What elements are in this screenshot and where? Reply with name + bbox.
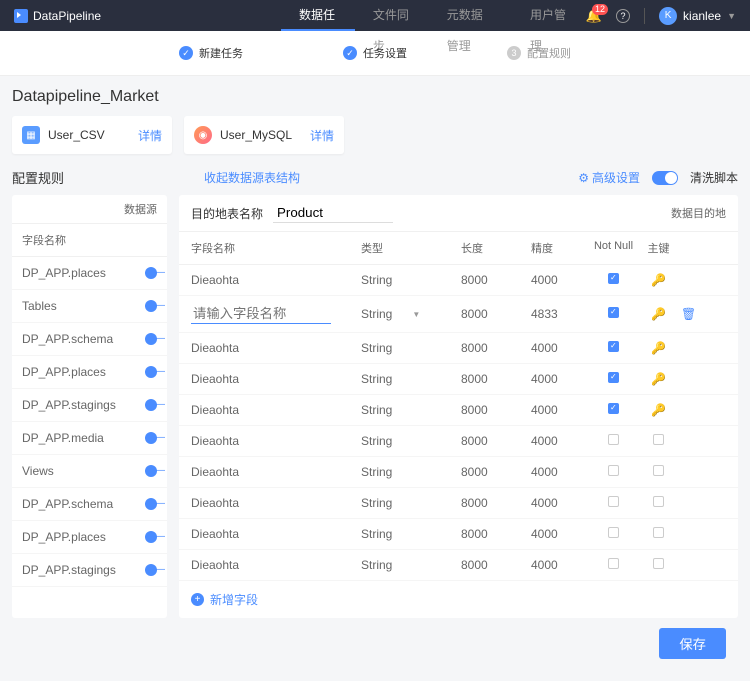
- field-row: DieaohtaString80004000🔑: [179, 395, 738, 426]
- field-row: DieaohtaString80004000🔑: [179, 364, 738, 395]
- link-icon[interactable]: [145, 465, 157, 477]
- link-icon[interactable]: [145, 531, 157, 543]
- table-header: 字段名称类型长度精度Not Null主键: [179, 232, 738, 265]
- page-title: Datapipeline_Market: [12, 88, 738, 106]
- check-icon: ✓: [179, 46, 193, 60]
- source-row[interactable]: DP_APP.schema: [12, 323, 167, 356]
- key-icon[interactable]: 🔑: [651, 307, 666, 321]
- divider: [644, 8, 645, 24]
- notnull-checkbox[interactable]: [608, 341, 619, 352]
- dest-table-input[interactable]: [273, 203, 393, 223]
- mysql-icon: ◉: [194, 126, 212, 144]
- dest-head-right: 数据目的地: [671, 205, 726, 221]
- source-th: 字段名称: [12, 224, 167, 257]
- delete-icon[interactable]: 🗑: [681, 307, 696, 321]
- gear-icon: ⚙: [578, 171, 589, 185]
- source-row[interactable]: DP_APP.stagings: [12, 554, 167, 587]
- source-card-csv[interactable]: ▦User_CSV详情: [12, 116, 172, 154]
- link-icon[interactable]: [145, 333, 157, 345]
- add-field-button[interactable]: +新增字段: [179, 581, 738, 618]
- section-title: 配置规则: [12, 168, 64, 187]
- pk-checkbox[interactable]: [653, 465, 664, 476]
- nav-user-mgmt[interactable]: 用户管理: [512, 0, 586, 31]
- source-row[interactable]: DP_APP.places: [12, 257, 167, 290]
- field-name-input[interactable]: [191, 304, 331, 324]
- user-menu[interactable]: Kkianlee▼: [659, 7, 736, 25]
- field-row: String ▼80004833🔑🗑: [179, 296, 738, 333]
- step-num: 3: [507, 46, 521, 60]
- source-row[interactable]: DP_APP.schema: [12, 488, 167, 521]
- nav-metadata[interactable]: 元数据管理: [429, 0, 512, 31]
- save-button[interactable]: 保存: [659, 628, 726, 659]
- field-row: DieaohtaString80004000: [179, 550, 738, 581]
- app-header: DataPipeline 数据任务 文件同步 元数据管理 用户管理 🔔12 ? …: [0, 0, 750, 31]
- key-icon[interactable]: 🔑: [651, 341, 666, 355]
- dest-panel: 目的地表名称 数据目的地 字段名称类型长度精度Not Null主键 Dieaoh…: [179, 195, 738, 618]
- link-icon[interactable]: [145, 432, 157, 444]
- step-2[interactable]: ✓任务设置: [343, 45, 407, 61]
- detail-link[interactable]: 详情: [310, 127, 334, 144]
- source-row[interactable]: Views: [12, 455, 167, 488]
- field-row: DieaohtaString80004000🔑: [179, 333, 738, 364]
- advanced-settings[interactable]: ⚙高级设置: [578, 169, 640, 186]
- notnull-checkbox[interactable]: [608, 372, 619, 383]
- detail-link[interactable]: 详情: [138, 127, 162, 144]
- bell-icon[interactable]: 🔔12: [586, 8, 602, 24]
- pk-checkbox[interactable]: [653, 434, 664, 445]
- key-icon[interactable]: 🔑: [651, 273, 666, 287]
- notnull-checkbox[interactable]: [608, 527, 619, 538]
- clean-label: 清洗脚本: [690, 169, 738, 186]
- pk-checkbox[interactable]: [653, 496, 664, 507]
- type-select[interactable]: String ▼: [361, 307, 420, 321]
- source-row[interactable]: DP_APP.stagings: [12, 389, 167, 422]
- source-row[interactable]: Tables: [12, 290, 167, 323]
- source-panel: 数据源 字段名称 DP_APP.placesTablesDP_APP.schem…: [12, 195, 167, 618]
- chevron-down-icon: ▼: [727, 11, 736, 21]
- link-icon[interactable]: [145, 300, 157, 312]
- key-icon[interactable]: 🔑: [651, 403, 666, 417]
- source-row[interactable]: DP_APP.places: [12, 356, 167, 389]
- step-1[interactable]: ✓新建任务: [179, 45, 243, 61]
- field-row: DieaohtaString80004000: [179, 519, 738, 550]
- plus-icon: +: [191, 593, 204, 606]
- field-row: DieaohtaString80004000: [179, 488, 738, 519]
- avatar: K: [659, 7, 677, 25]
- collapse-link[interactable]: 收起数据源表结构: [204, 169, 300, 186]
- chevron-down-icon: ▼: [412, 310, 420, 319]
- source-row[interactable]: DP_APP.media: [12, 422, 167, 455]
- field-row: DieaohtaString80004000: [179, 457, 738, 488]
- link-icon[interactable]: [145, 399, 157, 411]
- help-icon[interactable]: ?: [616, 9, 630, 23]
- notnull-checkbox[interactable]: [608, 465, 619, 476]
- link-icon[interactable]: [145, 267, 157, 279]
- logo[interactable]: DataPipeline: [14, 9, 101, 23]
- key-icon[interactable]: 🔑: [651, 372, 666, 386]
- nav-file-sync[interactable]: 文件同步: [355, 0, 429, 31]
- notnull-checkbox[interactable]: [608, 273, 619, 284]
- field-row: DieaohtaString80004000🔑: [179, 265, 738, 296]
- pk-checkbox[interactable]: [653, 527, 664, 538]
- clean-toggle[interactable]: [652, 171, 678, 185]
- notnull-checkbox[interactable]: [608, 558, 619, 569]
- notnull-checkbox[interactable]: [608, 403, 619, 414]
- link-icon[interactable]: [145, 366, 157, 378]
- nav-data-task[interactable]: 数据任务: [281, 0, 355, 31]
- logo-icon: [14, 9, 28, 23]
- source-row[interactable]: DP_APP.places: [12, 521, 167, 554]
- link-icon[interactable]: [145, 564, 157, 576]
- pk-checkbox[interactable]: [653, 558, 664, 569]
- notnull-checkbox[interactable]: [608, 434, 619, 445]
- field-row: DieaohtaString80004000: [179, 426, 738, 457]
- notnull-checkbox[interactable]: [608, 307, 619, 318]
- notnull-checkbox[interactable]: [608, 496, 619, 507]
- dest-table-label: 目的地表名称: [191, 205, 263, 222]
- source-head: 数据源: [12, 195, 167, 224]
- main-nav: 数据任务 文件同步 元数据管理 用户管理: [281, 0, 586, 31]
- check-icon: ✓: [343, 46, 357, 60]
- notification-badge: 12: [592, 4, 608, 15]
- csv-icon: ▦: [22, 126, 40, 144]
- source-card-mysql[interactable]: ◉User_MySQL详情: [184, 116, 344, 154]
- step-3[interactable]: 3配置规则: [507, 45, 571, 61]
